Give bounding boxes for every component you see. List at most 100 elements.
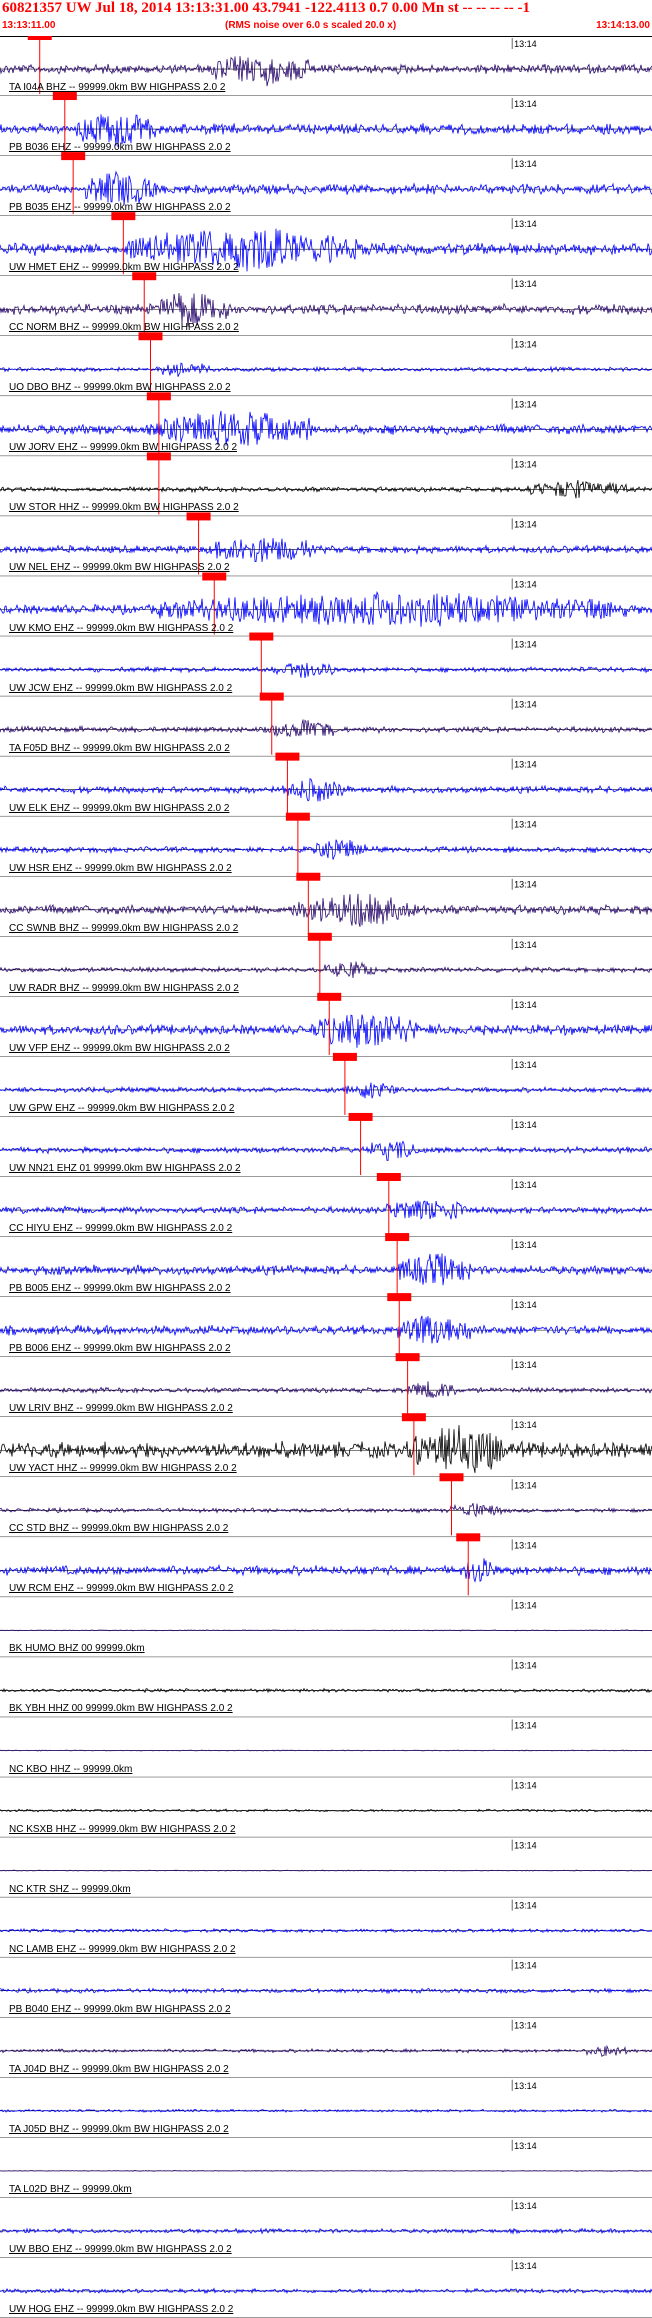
time-tick-label: 13:14 — [514, 159, 537, 169]
trace-label: UW HSR EHZ -- 99999.0km BW HIGHPASS 2.0 … — [9, 862, 232, 874]
trace-label: UW NN21 EHZ 01 99999.0km BW HIGHPASS 2.0… — [9, 1163, 241, 1174]
trace-label: UW HMET EHZ -- 99999.0km BW HIGHPASS 2.0… — [9, 262, 239, 274]
pick-marker — [385, 1233, 410, 1242]
time-tick-label: 13:14 — [514, 1060, 537, 1070]
waveform-trace — [0, 662, 652, 678]
time-tick-label: 13:14 — [514, 820, 537, 830]
event-title: 60821357 UW Jul 18, 2014 13:13:31.00 43.… — [2, 0, 531, 16]
pick-marker — [259, 692, 284, 701]
waveform-trace — [0, 410, 652, 446]
pick-marker — [275, 752, 300, 761]
time-tick-label: 13:14 — [514, 1841, 537, 1851]
trace-label: PB B036 EHZ -- 99999.0km BW HIGHPASS 2.0… — [9, 142, 231, 154]
time-tick-label: 13:14 — [514, 1000, 537, 1010]
trace-label: NC LAMB EHZ -- 99999.0km BW HIGHPASS 2.0… — [9, 1943, 236, 1955]
time-tick-label: 13:14 — [514, 39, 537, 49]
trace-label: TA L02D BHZ -- 99999.0km — [9, 2183, 132, 2195]
time-tick-label: 13:14 — [514, 279, 537, 289]
pick-marker — [395, 1353, 420, 1362]
trace-label: CC HIYU EHZ -- 99999.0km BW HIGHPASS 2.0… — [9, 1223, 233, 1235]
rms-note: (RMS noise over 6.0 s scaled 20.0 x) — [225, 20, 397, 31]
time-tick-label: 13:14 — [514, 1120, 537, 1130]
time-tick-label: 13:14 — [514, 2261, 537, 2271]
time-tick-label: 13:14 — [514, 1781, 537, 1791]
waveform-trace — [0, 1749, 652, 1752]
waveform-trace — [0, 1140, 652, 1161]
trace-label: UW BBO EHZ -- 99999.0km BW HIGHPASS 2.0 … — [9, 2243, 232, 2255]
time-tick-label: 13:14 — [514, 700, 537, 710]
trace-label: UW HOG EHZ -- 99999.0km BW HIGHPASS 2.0 … — [9, 2304, 234, 2315]
waveform-trace — [0, 778, 652, 802]
pick-marker — [27, 36, 52, 40]
waveform-trace — [0, 1381, 652, 1398]
time-tick-label: 13:14 — [514, 940, 537, 950]
time-tick-label: 13:14 — [514, 579, 537, 589]
pick-marker — [146, 452, 171, 461]
pick-marker — [202, 572, 227, 581]
plot-header: 60821357 UW Jul 18, 2014 13:13:31.00 43.… — [0, 0, 652, 37]
pick-marker — [61, 152, 86, 161]
start-time-label: 13:13:11.00 — [2, 20, 56, 31]
time-tick-label: 13:14 — [514, 519, 537, 529]
pick-marker — [138, 332, 163, 341]
seismogram-traces: 13:14 13:14 13:14 13:14 13:14 13:14 13:14 13:14… — [0, 36, 652, 2318]
time-tick-label: 13:14 — [514, 1901, 537, 1911]
trace-label: BK HUMO BHZ 00 99999.0km — [9, 1643, 145, 1655]
waveform-trace — [0, 170, 652, 206]
trace-label: TA F05D BHZ -- 99999.0km BW HIGHPASS 2.0… — [9, 742, 230, 754]
time-tick-label: 13:14 — [514, 2141, 537, 2151]
trace-label: UW VFP EHZ -- 99999.0km BW HIGHPASS 2.0 … — [9, 1042, 230, 1054]
trace-label: NC KTR SHZ -- 99999.0km — [9, 1883, 131, 1895]
time-tick-label: 13:14 — [514, 459, 537, 469]
waveform-trace — [0, 1503, 652, 1518]
trace-label: PB B005 EHZ -- 99999.0km BW HIGHPASS 2.0… — [9, 1283, 231, 1295]
time-tick-label: 13:14 — [514, 2021, 537, 2031]
time-tick-label: 13:14 — [514, 1660, 537, 1670]
end-time-label: 13:14:13.00 — [596, 20, 650, 31]
trace-label: UW RADR BHZ -- 99999.0km BW HIGHPASS 2.0… — [9, 982, 239, 994]
trace-label: UW RCM EHZ -- 99999.0km BW HIGHPASS 2.0 … — [9, 1583, 234, 1595]
time-tick-label: 13:14 — [514, 2201, 537, 2211]
waveform-trace — [0, 538, 652, 563]
trace-label: UW GPW EHZ -- 99999.0km BW HIGHPASS 2.0 … — [9, 1102, 235, 1114]
time-tick-label: 13:14 — [514, 1420, 537, 1430]
trace-label: TA I04A BHZ -- 99999.0km BW HIGHPASS 2.0… — [9, 82, 226, 94]
trace-label: UW NEL EHZ -- 99999.0km BW HIGHPASS 2.0 … — [9, 562, 230, 574]
time-tick-label: 13:14 — [514, 1360, 537, 1370]
pick-marker — [332, 1052, 357, 1061]
trace-label: PB B035 EHZ -- 99999.0km BW HIGHPASS 2.0… — [9, 202, 231, 214]
time-tick-label: 13:14 — [514, 880, 537, 890]
trace-label: UW JCW EHZ -- 99999.0km BW HIGHPASS 2.0 … — [9, 682, 233, 694]
waveform-trace — [0, 1558, 652, 1583]
time-tick-label: 13:14 — [514, 760, 537, 770]
pick-marker — [387, 1293, 412, 1302]
pick-marker — [401, 1413, 426, 1422]
trace-label: CC SWNB BHZ -- 99999.0km BW HIGHPASS 2.0… — [9, 922, 239, 934]
time-tick-label: 13:14 — [514, 1961, 537, 1971]
time-tick-label: 13:14 — [514, 399, 537, 409]
trace-label: UW YACT HHZ -- 99999.0km BW HIGHPASS 2.0… — [9, 1463, 237, 1475]
waveform-trace — [0, 1253, 652, 1286]
waveform-trace — [0, 1629, 652, 1632]
trace-label: CC NORM BHZ -- 99999.0km BW HIGHPASS 2.0… — [9, 322, 239, 334]
time-tick-label: 13:14 — [514, 339, 537, 349]
trace-label: PB B006 EHZ -- 99999.0km BW HIGHPASS 2.0… — [9, 1343, 231, 1355]
pick-marker — [456, 1533, 481, 1542]
pick-marker — [296, 872, 321, 881]
waveform-trace — [0, 1869, 652, 1872]
time-tick-label: 13:14 — [514, 2081, 537, 2091]
pick-marker — [376, 1173, 401, 1181]
time-tick-label: 13:14 — [514, 1240, 537, 1250]
waveform-trace — [0, 2169, 652, 2172]
trace-label: UW KMO EHZ -- 99999.0km BW HIGHPASS 2.0 … — [9, 622, 234, 634]
trace-label: NC KBO HHZ -- 99999.0km — [9, 1763, 133, 1775]
trace-label: UW JORV EHZ -- 99999.0km BW HIGHPASS 2.0… — [9, 442, 238, 454]
waveform-trace — [0, 2044, 652, 2057]
time-tick-label: 13:14 — [514, 99, 537, 109]
pick-marker — [146, 392, 171, 401]
time-tick-label: 13:14 — [514, 219, 537, 229]
pick-marker — [348, 1112, 373, 1121]
waveform-trace — [0, 362, 652, 377]
trace-label: BK YBH HHZ 00 99999.0km BW HIGHPASS 2.0 … — [9, 1703, 233, 1715]
pick-marker — [186, 512, 211, 521]
